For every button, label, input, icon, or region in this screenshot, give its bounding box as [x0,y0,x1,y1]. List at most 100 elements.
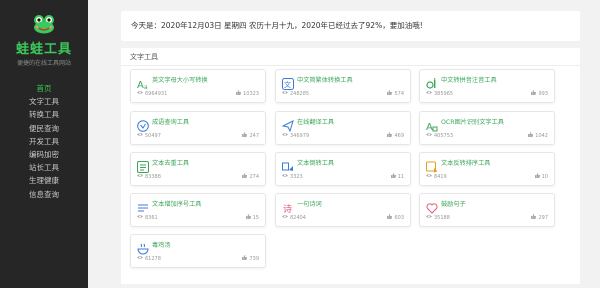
tool-card-likes[interactable]: 10323 [236,90,259,99]
sidebar-item-home[interactable]: 首页 [0,82,88,95]
tool-card-title: 鼓励句子 [441,201,466,208]
tool-card-views: 3323 [282,173,303,182]
eye-icon [282,90,288,99]
ocr-icon: A [426,117,438,133]
tool-card-title: 文本去重工具 [152,160,190,167]
site-title: 蛙蛙工具 [15,42,72,57]
sidebar-item-public-query[interactable]: 便民查询 [0,122,88,135]
tool-card-likes-count: 603 [394,215,404,221]
tool-card-views-count: 61278 [145,256,161,262]
thumbs-up-icon [390,173,396,182]
sidebar-nav: 首页 文字工具 转换工具 便民查询 开发工具 编码加密 站长工具 生理健康 信息… [0,82,88,201]
tool-card[interactable]: 文中文简繁体转换工具 248285 574 [275,69,411,103]
tool-card-views-count: 35188 [434,215,450,221]
tool-card-views: 346979 [282,132,309,141]
thumbs-up-icon [387,132,393,141]
tool-card[interactable]: 诗一句诗词 82404 603 [275,193,411,227]
thumbs-up-icon [531,90,537,99]
tool-card[interactable]: 文本增加序号工具 8361 15 [130,193,266,227]
tool-card-title: 成语查询工具 [152,119,190,126]
tool-card[interactable]: 成语查询工具 50497 247 [130,111,266,145]
tool-card-likes-count: 274 [249,174,259,180]
tool-card-likes[interactable]: 739 [242,255,259,264]
tool-card-views: 385965 [426,90,453,99]
chinese-convert-icon: 文 [282,75,294,90]
logo-block[interactable]: 蛙蛙工具 便捷的在线工具网站 [0,14,88,67]
tool-card-likes[interactable]: 603 [387,214,404,223]
sidebar-item-convert-tools[interactable]: 转换工具 [0,108,88,121]
tool-card[interactable]: A OCR图片识别文字工具 405753 1042 [419,111,555,145]
tool-card-views: 405753 [426,132,453,141]
translate-icon [281,117,294,133]
tool-card-views-count: 6964931 [145,91,168,97]
idiom-icon [137,117,149,132]
tool-card[interactable]: 毒鸡汤 61278 739 [130,234,266,268]
thumbs-up-icon [242,255,248,264]
svg-text:文: 文 [284,80,291,89]
tool-card-views-count: 82404 [290,215,306,221]
eye-icon [137,255,143,264]
tool-card-views: 83388 [137,173,161,182]
eye-icon [282,173,288,182]
sidebar-item-info-query[interactable]: 信息查询 [0,188,88,201]
tool-card-likes[interactable]: 1042 [528,132,548,141]
tool-card-likes[interactable]: 247 [242,132,259,141]
tool-card-likes[interactable]: 15 [245,214,259,223]
tool-card-views-count: 50497 [145,133,161,139]
sort-icon [426,158,438,173]
thumbs-up-icon [245,214,251,223]
tool-card-title: 文本倒转工具 [297,160,335,167]
tool-card-views: 248285 [282,90,309,99]
tool-card[interactable]: 在线翻译工具 346979 469 [275,111,411,145]
tool-card[interactable]: 文本去重工具 83388 274 [130,152,266,186]
tool-card[interactable]: 鼓励句子 35188 297 [419,193,555,227]
poem-icon: 诗 [282,199,294,215]
reverse-icon [282,158,294,171]
tool-card-title: 中文转拼音注音工具 [441,77,497,84]
tool-card-likes[interactable]: 297 [531,214,548,223]
tool-card-likes[interactable]: 993 [531,90,548,99]
tool-card[interactable]: Aa 英文字母大小写转换 6964931 10323 [130,69,266,103]
tool-card-likes[interactable]: 11 [390,173,404,182]
sidebar-item-dev-tools[interactable]: 开发工具 [0,135,88,148]
tool-card-views-count: 385965 [434,91,454,97]
tool-card-views-count: 248285 [290,91,310,97]
sidebar-item-encode-encrypt[interactable]: 编码加密 [0,148,88,161]
tool-card-title: 文本反转排序工具 [441,160,491,167]
tool-card[interactable]: 中文转拼音注音工具 385965 993 [419,69,555,103]
tool-card-likes[interactable]: 574 [387,90,404,99]
sidebar-item-text-tools[interactable]: 文字工具 [0,95,88,108]
sidebar: 蛙蛙工具 便捷的在线工具网站 首页 文字工具 转换工具 便民查询 开发工具 编码… [0,0,88,288]
thumbs-up-icon [387,214,393,223]
tool-card-likes-count: 247 [249,133,259,139]
tool-card-title: 中文简繁体转换工具 [297,77,353,84]
tool-card-title: 一句诗词 [297,201,322,208]
tool-card-views-count: 8419 [434,174,447,180]
tool-card[interactable]: 文本反转排序工具 8419 10 [419,152,555,186]
sidebar-item-webmaster-tools[interactable]: 站长工具 [0,161,88,174]
tool-card-likes[interactable]: 469 [387,132,404,141]
thumbs-up-icon [236,90,242,99]
tool-card-likes-count: 10 [541,174,548,180]
site-subtitle: 便捷的在线工具网站 [16,60,71,67]
date-banner: 今天是：2020年12月03日 星期四 农历十月十九，2020年已经过去了92%… [121,11,580,41]
svg-text:诗: 诗 [283,204,292,214]
eye-icon [137,132,143,141]
thumbs-up-icon [531,214,537,223]
frog-logo-icon [34,15,54,34]
pinyin-icon [426,75,438,89]
date-banner-text: 今天是：2020年12月03日 星期四 农历十月十九，2020年已经过去了92%… [131,21,423,30]
tool-card[interactable]: 文本倒转工具 3323 11 [275,152,411,186]
eye-icon [426,173,432,182]
thumbs-up-icon [242,173,248,182]
tool-card-likes[interactable]: 274 [242,173,259,182]
tool-card-title: 文本增加序号工具 [152,201,202,208]
tool-card-likes[interactable]: 10 [534,173,548,182]
eye-icon [282,132,288,141]
sidebar-item-health[interactable]: 生理健康 [0,174,88,187]
eye-icon [426,214,432,223]
tool-card-likes-count: 469 [394,133,404,139]
tool-card-views-count: 8361 [145,215,158,221]
tool-card-views: 82404 [282,214,306,223]
tool-card-views-count: 3323 [290,174,303,180]
